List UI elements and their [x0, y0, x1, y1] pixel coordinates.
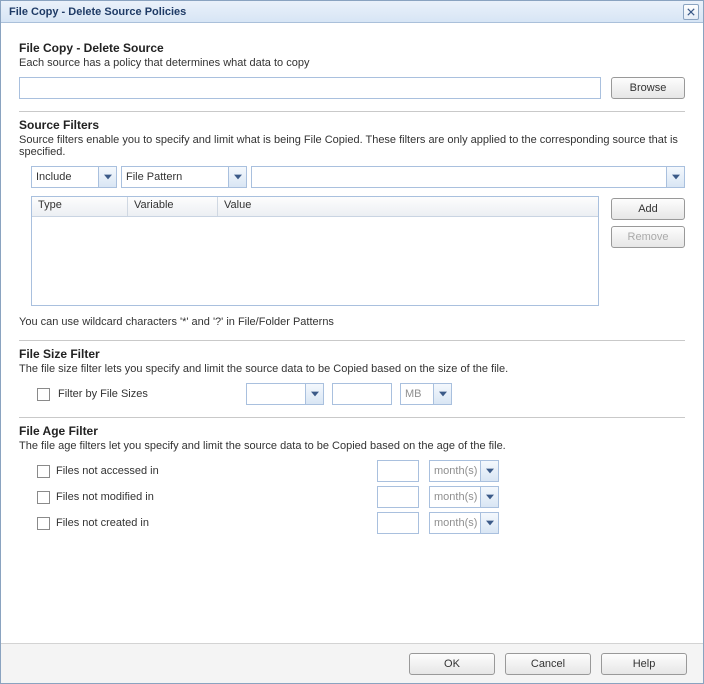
age-accessed-value[interactable] [377, 460, 419, 482]
variable-type-selected: File Pattern [122, 171, 228, 183]
filter-by-size-label: Filter by File Sizes [58, 388, 238, 400]
include-exclude-select[interactable]: Include [31, 166, 117, 188]
filter-value-select[interactable] [251, 166, 685, 188]
size-unit-select[interactable]: MB [400, 383, 452, 405]
header-desc: Each source has a policy that determines… [19, 57, 685, 69]
divider [19, 111, 685, 112]
filters-table-header: Type Variable Value [32, 197, 598, 217]
close-button[interactable] [683, 4, 699, 20]
age-accessed-unit: month(s) [430, 465, 480, 477]
age-row-modified: Files not modified in month(s) [37, 486, 685, 508]
age-accessed-unit-select[interactable]: month(s) [429, 460, 499, 482]
wildcard-hint: You can use wildcard characters '*' and … [19, 316, 685, 328]
file-size-title: File Size Filter [19, 347, 685, 361]
size-unit-selected: MB [401, 388, 433, 400]
age-modified-unit: month(s) [430, 491, 480, 503]
age-modified-unit-select[interactable]: month(s) [429, 486, 499, 508]
age-accessed-label: Files not accessed in [56, 465, 159, 477]
chevron-down-icon [480, 513, 498, 533]
age-created-label: Files not created in [56, 517, 149, 529]
file-age-desc: The file age filters let you specify and… [19, 440, 685, 452]
dialog-window: File Copy - Delete Source Policies File … [0, 0, 704, 684]
titlebar: File Copy - Delete Source Policies [1, 1, 703, 23]
age-modified-checkbox[interactable] [37, 491, 50, 504]
close-icon [687, 8, 695, 16]
col-value[interactable]: Value [218, 197, 598, 216]
chevron-down-icon [228, 167, 246, 187]
chevron-down-icon [480, 461, 498, 481]
age-modified-label: Files not modified in [56, 491, 154, 503]
age-modified-value[interactable] [377, 486, 419, 508]
file-size-desc: The file size filter lets you specify an… [19, 363, 685, 375]
divider [19, 340, 685, 341]
file-age-title: File Age Filter [19, 424, 685, 438]
window-title: File Copy - Delete Source Policies [9, 6, 186, 18]
age-row-created: Files not created in month(s) [37, 512, 685, 534]
source-filters-title: Source Filters [19, 118, 685, 132]
ok-button[interactable]: OK [409, 653, 495, 675]
chevron-down-icon [98, 167, 116, 187]
col-type[interactable]: Type [32, 197, 128, 216]
chevron-down-icon [666, 167, 684, 187]
age-accessed-checkbox[interactable] [37, 465, 50, 478]
remove-filter-button[interactable]: Remove [611, 226, 685, 248]
browse-button[interactable]: Browse [611, 77, 685, 99]
add-filter-button[interactable]: Add [611, 198, 685, 220]
dialog-footer: OK Cancel Help [1, 643, 703, 683]
source-path-input[interactable] [19, 77, 601, 99]
size-value-input[interactable] [332, 383, 392, 405]
chevron-down-icon [305, 384, 323, 404]
cancel-button[interactable]: Cancel [505, 653, 591, 675]
divider [19, 417, 685, 418]
source-filters-desc: Source filters enable you to specify and… [19, 134, 685, 158]
age-created-unit-select[interactable]: month(s) [429, 512, 499, 534]
filters-table: Type Variable Value [31, 196, 599, 306]
include-exclude-selected: Include [32, 171, 98, 183]
age-created-value[interactable] [377, 512, 419, 534]
content-area: File Copy - Delete Source Each source ha… [1, 23, 703, 643]
filter-by-size-checkbox[interactable] [37, 388, 50, 401]
chevron-down-icon [480, 487, 498, 507]
age-created-unit: month(s) [430, 517, 480, 529]
header-title: File Copy - Delete Source [19, 41, 685, 55]
variable-type-select[interactable]: File Pattern [121, 166, 247, 188]
age-created-checkbox[interactable] [37, 517, 50, 530]
help-button[interactable]: Help [601, 653, 687, 675]
age-row-accessed: Files not accessed in month(s) [37, 460, 685, 482]
col-variable[interactable]: Variable [128, 197, 218, 216]
chevron-down-icon [433, 384, 451, 404]
size-op-select[interactable] [246, 383, 324, 405]
